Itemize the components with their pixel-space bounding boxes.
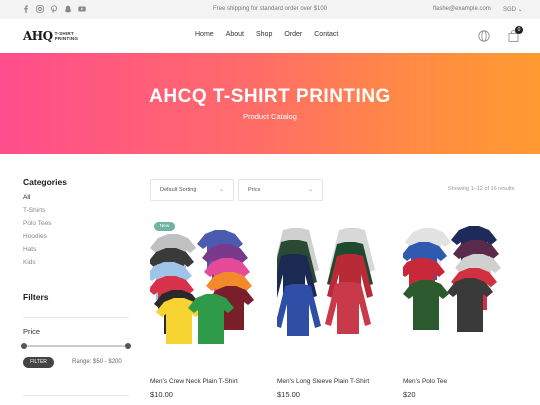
product-price: $15.00 <box>277 390 300 399</box>
chevron-down-icon: ⌄ <box>307 187 313 193</box>
price-select[interactable]: Price ⌄ <box>238 179 323 201</box>
filters-title: Filters <box>23 292 49 302</box>
categories-title: Categories <box>23 177 67 187</box>
chevron-down-icon: ⌄ <box>517 7 523 13</box>
chevron-down-icon: ⌄ <box>218 187 224 193</box>
product-image[interactable]: New <box>146 220 270 350</box>
logo-mark: AHQ <box>23 29 53 43</box>
product-price: $10.00 <box>150 390 173 399</box>
site-logo[interactable]: AHQ T-SHIRT PRINTING <box>23 29 78 43</box>
category-hats[interactable]: Hats <box>23 246 129 259</box>
category-t-shirts[interactable]: T-Shirts <box>23 207 129 220</box>
product-name[interactable]: Men's Long Sleeve Plain T-Shirt <box>277 378 369 385</box>
currency-label: SGD <box>503 7 517 13</box>
slider-max-handle[interactable] <box>125 343 131 349</box>
product-card[interactable]: Men's Long Sleeve Plain T-Shirt $15.00 <box>271 220 397 399</box>
category-list: All T-Shirts Polo Tees Hoodies Hats Kids <box>23 194 129 272</box>
product-image[interactable] <box>271 220 397 350</box>
header-icons: 0 <box>478 26 523 47</box>
logo-line-2: PRINTING <box>54 36 79 41</box>
nav-order[interactable]: Order <box>284 31 302 38</box>
bottom-divider <box>23 395 129 396</box>
main-nav: Home About Shop Order Contact <box>195 31 338 38</box>
crew-neck-tshirts-image <box>146 230 254 344</box>
product-name[interactable]: Men's Crew Neck Plain T-Shirt <box>150 378 238 385</box>
nav-about[interactable]: About <box>226 31 244 38</box>
polo-tees-image <box>399 226 501 332</box>
category-polo-tees[interactable]: Polo Tees <box>23 220 129 233</box>
hero-banner: AHCQ T-SHIRT PRINTING Product Catalog <box>0 53 540 154</box>
sort-select-label: Default Sorting <box>160 187 197 193</box>
account-icon[interactable] <box>478 29 490 47</box>
new-badge: New <box>154 222 175 231</box>
hero-subtitle: Product Catalog <box>243 112 297 121</box>
product-card[interactable]: Men's Polo Tee $20 <box>399 220 523 399</box>
cart-count-badge: 0 <box>515 26 523 34</box>
hero-title: AHCQ T-SHIRT PRINTING <box>149 86 391 107</box>
nav-shop[interactable]: Shop <box>256 31 272 38</box>
price-select-label: Price <box>248 187 261 193</box>
category-kids[interactable]: Kids <box>23 259 129 272</box>
nav-contact[interactable]: Contact <box>314 31 338 38</box>
product-price: $20 <box>403 390 416 399</box>
logo-text: T-SHIRT PRINTING <box>55 31 79 41</box>
filters-divider <box>23 317 129 318</box>
price-range-slider[interactable] <box>21 343 131 349</box>
product-name[interactable]: Men's Polo Tee <box>403 378 447 385</box>
category-all[interactable]: All <box>23 194 129 207</box>
product-card[interactable]: New Men's Crew Neck Plain T-Shirt $10.00 <box>146 220 270 399</box>
currency-select[interactable]: SGD ⌄ <box>503 6 523 13</box>
sidebar: Categories All T-Shirts Polo Tees Hoodie… <box>21 177 131 396</box>
results-count: Showing 1–12 of 16 results <box>448 186 515 192</box>
site-header: AHQ T-SHIRT PRINTING Home About Shop Ord… <box>0 19 540 53</box>
long-sleeve-tshirts-image <box>271 228 375 336</box>
contact-email[interactable]: flashe@example.com <box>433 6 491 12</box>
filter-button[interactable]: FILTER <box>23 357 54 368</box>
product-image[interactable] <box>399 220 523 350</box>
price-range-text: Range: $50 - $200 <box>72 359 122 365</box>
category-hoodies[interactable]: Hoodies <box>23 233 129 246</box>
price-title: Price <box>23 327 41 336</box>
nav-home[interactable]: Home <box>195 31 214 38</box>
cart-button[interactable]: 0 <box>508 26 523 47</box>
top-bar: Free shipping for standard order over $1… <box>0 0 540 19</box>
sort-select[interactable]: Default Sorting ⌄ <box>150 179 234 201</box>
slider-min-handle[interactable] <box>21 343 27 349</box>
